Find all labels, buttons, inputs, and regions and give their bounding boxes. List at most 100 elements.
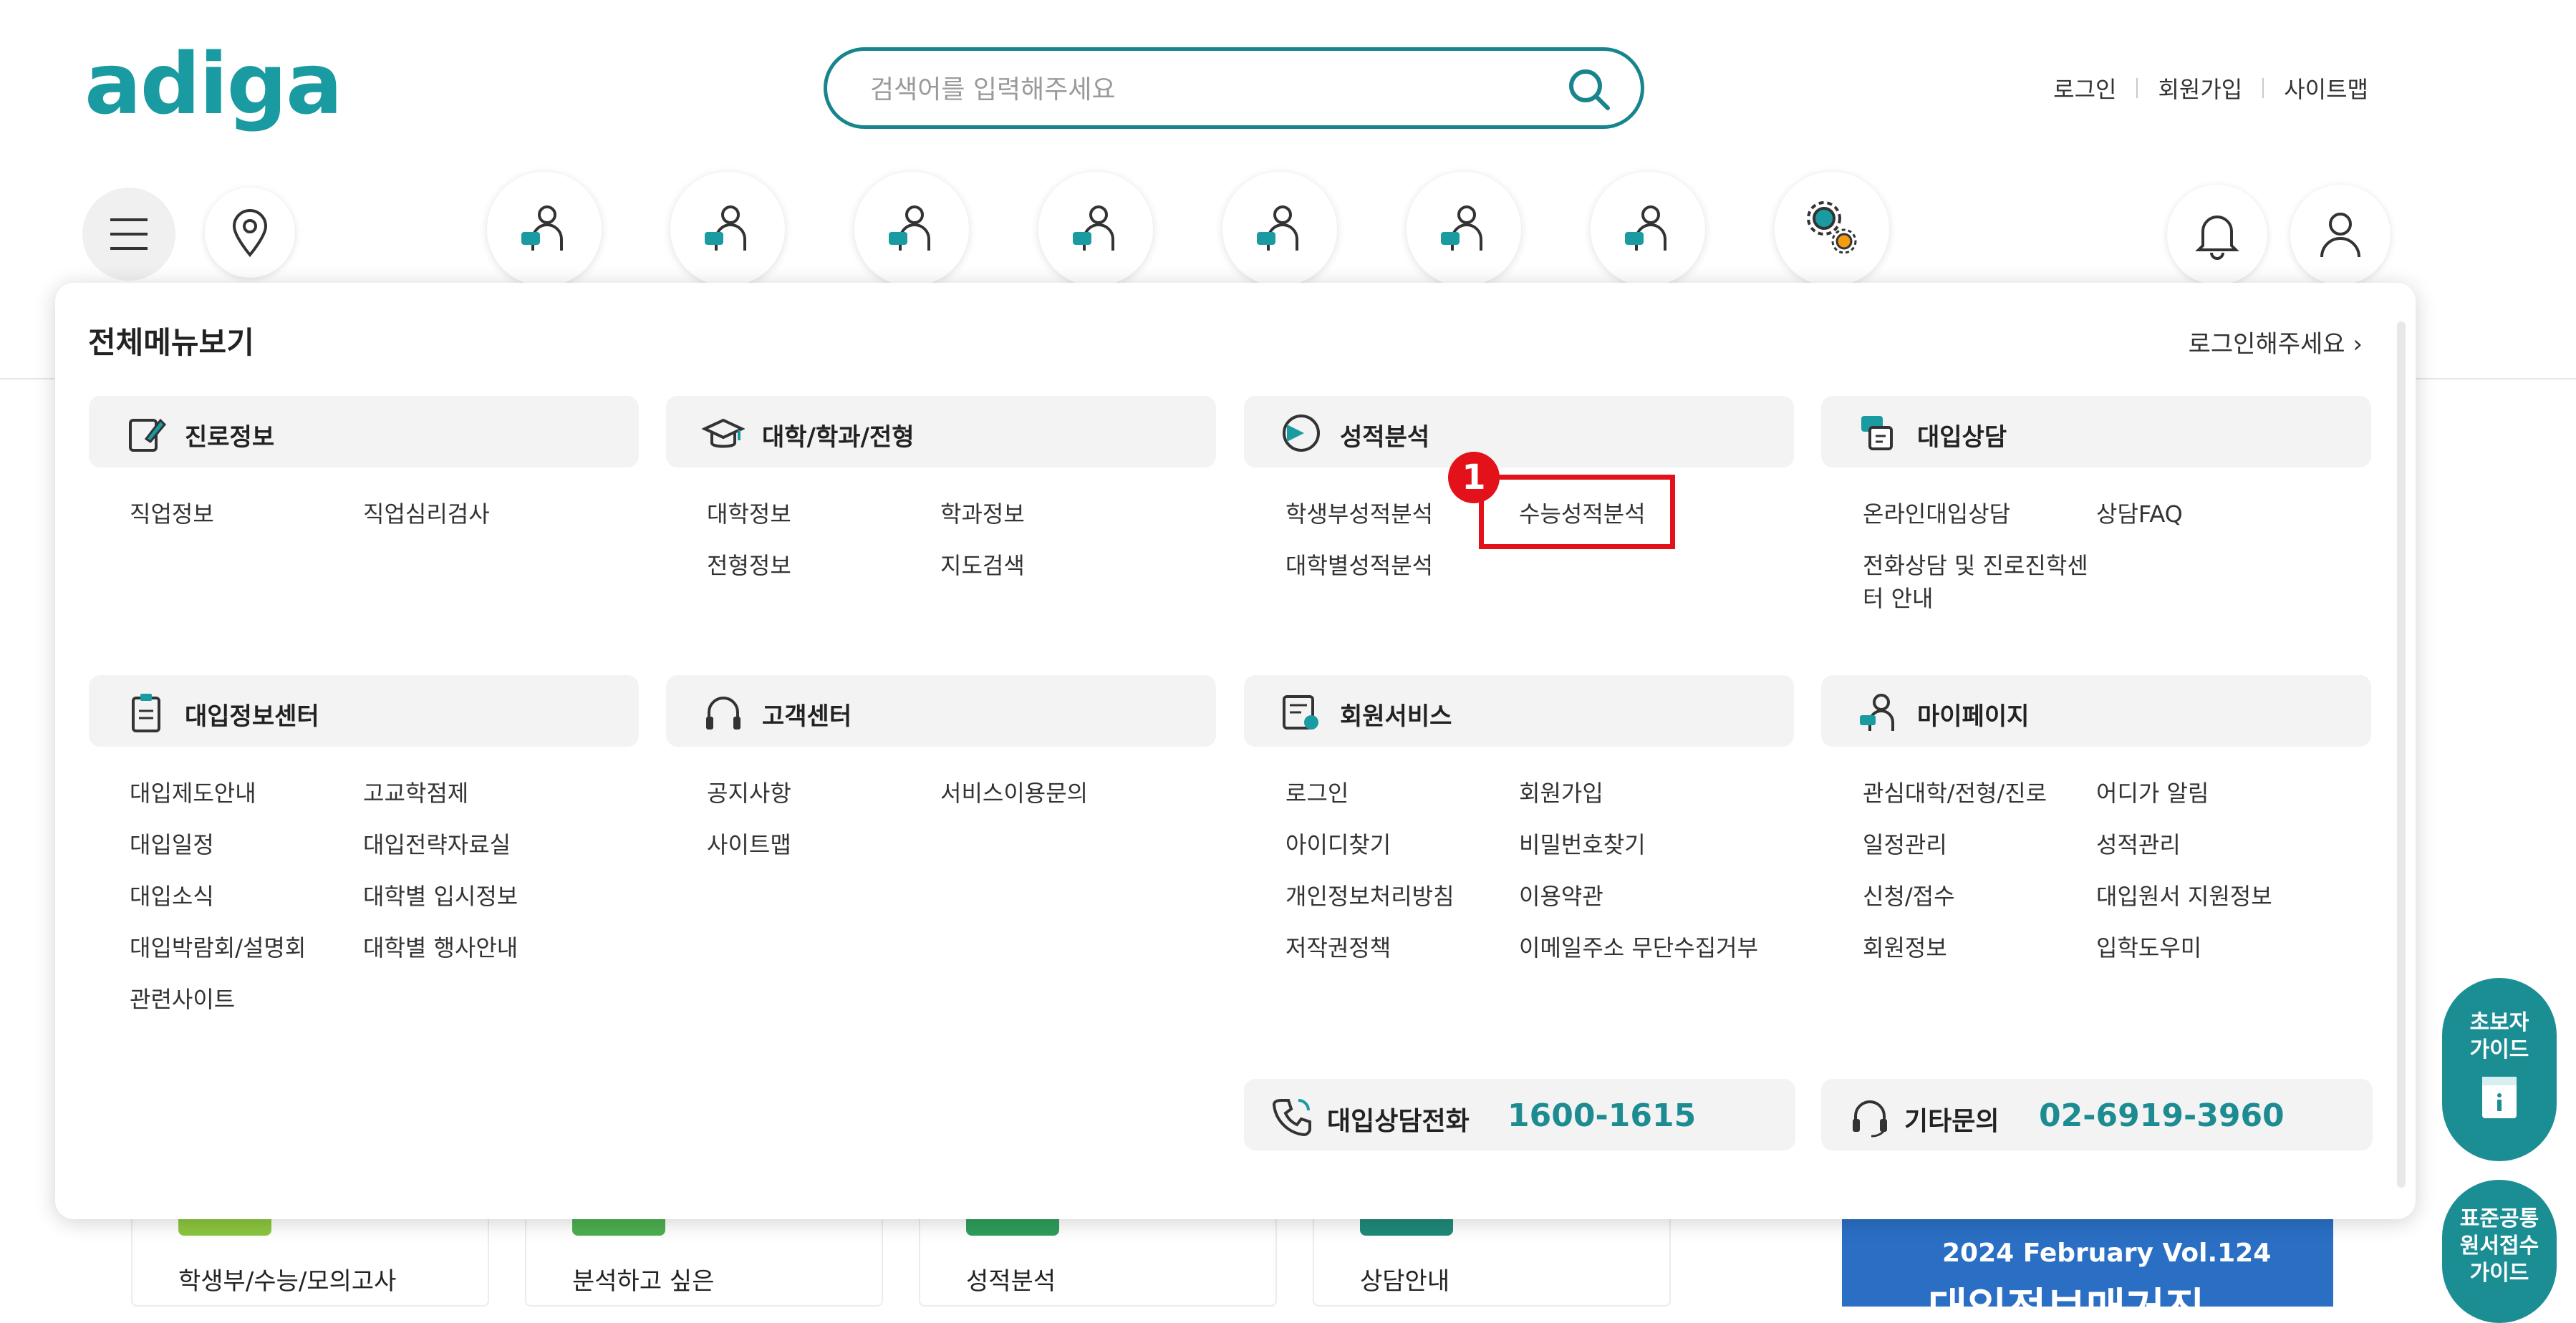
quick-button-5[interactable] bbox=[1222, 172, 1337, 286]
menu-item-notice[interactable]: 공지사항 bbox=[707, 775, 791, 808]
quick-button-4[interactable] bbox=[1038, 172, 1153, 286]
category-member-service[interactable]: 회원서비스 bbox=[1244, 675, 1794, 747]
mypage-icon bbox=[1860, 694, 1894, 731]
login-prompt-link[interactable]: 로그인해주세요 › bbox=[2189, 324, 2363, 359]
menu-item-application[interactable]: 신청/접수 bbox=[1863, 878, 1955, 911]
menu-item-find-password[interactable]: 비밀번호찾기 bbox=[1519, 827, 1646, 860]
menu-item-high-school-credit[interactable]: 고교학점제 bbox=[363, 775, 468, 808]
menu-item-member-info[interactable]: 회원정보 bbox=[1863, 930, 1947, 963]
category-label: 성적분석 bbox=[1340, 423, 1430, 452]
category-mypage[interactable]: 마이페이지 bbox=[1821, 675, 2371, 747]
menu-item-related-sites[interactable]: 관련사이트 bbox=[130, 982, 235, 1014]
sitemap-link[interactable]: 사이트맵 bbox=[2284, 72, 2368, 105]
menu-item-copyright[interactable]: 저작권정책 bbox=[1285, 930, 1391, 963]
menu-button[interactable] bbox=[82, 188, 175, 281]
menu-item-interests[interactable]: 관심대학/전형/진로 bbox=[1863, 775, 2047, 808]
menu-item-schedule-management[interactable]: 일정관리 bbox=[1863, 827, 1947, 860]
gear-icon bbox=[1807, 201, 1857, 254]
divider bbox=[2262, 78, 2264, 98]
menu-item-consult-faq[interactable]: 상담FAQ bbox=[2096, 496, 2183, 529]
menu-item-email-policy[interactable]: 이메일주소 무단수집거부 bbox=[1519, 930, 1758, 963]
category-analysis[interactable]: 성적분석 bbox=[1244, 396, 1794, 467]
menu-item-strategy-archive[interactable]: 대입전략자료실 bbox=[363, 827, 511, 860]
menu-item-login[interactable]: 로그인 bbox=[1285, 775, 1349, 808]
menu-item-adiga-alerts[interactable]: 어디가 알림 bbox=[2096, 775, 2209, 808]
category-label: 마이페이지 bbox=[1917, 702, 2030, 731]
user-button[interactable] bbox=[2290, 185, 2391, 285]
bell-icon bbox=[2195, 215, 2239, 260]
quick-button-7[interactable] bbox=[1591, 172, 1705, 286]
menu-item-department-info[interactable]: 학과정보 bbox=[940, 496, 1025, 529]
contact-admission-phone[interactable]: 대입상담전화 1600-1615 bbox=[1244, 1079, 1795, 1150]
scrollbar[interactable] bbox=[2397, 321, 2406, 1188]
magazine-banner[interactable]: 2024 February Vol.124 대입정보매거진 bbox=[1842, 1217, 2333, 1307]
menu-item-score-management[interactable]: 성적관리 bbox=[2096, 827, 2181, 860]
guide-book-icon bbox=[2482, 1077, 2517, 1118]
menu-item-online-consult[interactable]: 온라인대입상담 bbox=[1863, 496, 2010, 529]
menu-item-job-test[interactable]: 직업심리검사 bbox=[363, 496, 490, 529]
menu-item-admission-helper[interactable]: 입학도우미 bbox=[2096, 930, 2201, 963]
quick-button-settings[interactable] bbox=[1775, 172, 1889, 286]
contact-other-inquiry[interactable]: 기타문의 02-6919-3960 bbox=[1821, 1079, 2373, 1150]
category-admission-center[interactable]: 대입정보센터 bbox=[89, 675, 639, 747]
category-label: 진로정보 bbox=[185, 423, 275, 452]
menu-item-university-admission-info[interactable]: 대학별 입시정보 bbox=[363, 878, 518, 911]
category-consult[interactable]: 대입상담 bbox=[1821, 396, 2371, 467]
menu-item-university-score-analysis[interactable]: 대학별성적분석 bbox=[1285, 548, 1433, 581]
quick-button-2[interactable] bbox=[670, 172, 785, 286]
phone-icon bbox=[1272, 1099, 1311, 1137]
hamburger-icon bbox=[110, 218, 148, 250]
guide-line: 표준공통 bbox=[2459, 1206, 2539, 1231]
location-button[interactable] bbox=[205, 188, 295, 278]
menu-item-signup[interactable]: 회원가입 bbox=[1519, 775, 1603, 808]
menu-item-admission-schedule[interactable]: 대입일정 bbox=[130, 827, 214, 860]
logo[interactable]: adiga bbox=[85, 34, 343, 133]
menu-item-admission-type-info[interactable]: 전형정보 bbox=[707, 548, 791, 581]
location-pin-icon bbox=[232, 209, 268, 258]
quick-button-3[interactable] bbox=[854, 172, 969, 286]
person-chat-icon bbox=[705, 205, 746, 251]
standard-application-guide-button[interactable]: 표준공통 원서접수 가이드 bbox=[2442, 1180, 2557, 1323]
category-career[interactable]: 진로정보 bbox=[89, 396, 639, 467]
menu-item-application-info[interactable]: 대입원서 지원정보 bbox=[2096, 878, 2272, 911]
menu-item-map-search[interactable]: 지도검색 bbox=[940, 548, 1025, 581]
menu-item-university-events[interactable]: 대학별 행사안내 bbox=[363, 930, 518, 963]
user-icon bbox=[2320, 213, 2360, 258]
menu-item-sitemap[interactable]: 사이트맵 bbox=[707, 827, 791, 860]
menu-item-school-record-analysis[interactable]: 학생부성적분석 bbox=[1285, 496, 1433, 529]
search-input[interactable] bbox=[870, 69, 1529, 110]
menu-item-service-inquiry[interactable]: 서비스이용문의 bbox=[940, 775, 1088, 808]
full-menu-panel: 전체메뉴보기 로그인해주세요 › 진로정보 대학/학과/전형 성적분석 대입상담… bbox=[55, 283, 2416, 1219]
menu-item-terms[interactable]: 이용약관 bbox=[1519, 878, 1603, 911]
beginner-guide-button[interactable]: 초보자 가이드 bbox=[2442, 978, 2557, 1161]
menu-item-find-id[interactable]: 아이디찾기 bbox=[1285, 827, 1391, 860]
quick-button-1[interactable] bbox=[487, 172, 602, 286]
menu-item-phone-consult-cont[interactable]: 터 안내 bbox=[1863, 581, 1934, 614]
menu-item-admission-news[interactable]: 대입소식 bbox=[130, 878, 214, 911]
login-link[interactable]: 로그인 bbox=[2053, 72, 2116, 105]
menu-item-admission-system[interactable]: 대입제도안내 bbox=[130, 775, 256, 808]
analysis-icon bbox=[1283, 415, 1320, 452]
category-label: 대학/학과/전형 bbox=[762, 423, 915, 452]
person-chat-icon bbox=[521, 205, 563, 251]
menu-item-job-info[interactable]: 직업정보 bbox=[130, 496, 214, 529]
person-chat-icon bbox=[1073, 205, 1114, 251]
quick-button-6[interactable] bbox=[1407, 172, 1521, 286]
category-customer-center[interactable]: 고객센터 bbox=[666, 675, 1216, 747]
career-icon bbox=[129, 418, 167, 452]
category-university[interactable]: 대학/학과/전형 bbox=[666, 396, 1216, 467]
notification-button[interactable] bbox=[2167, 185, 2267, 285]
graduation-cap-icon bbox=[702, 418, 745, 448]
signup-link[interactable]: 회원가입 bbox=[2158, 72, 2242, 105]
contact-number: 02-6919-3960 bbox=[2039, 1097, 2285, 1134]
headset-icon bbox=[706, 697, 741, 730]
guide-line: 가이드 bbox=[2469, 1037, 2529, 1062]
category-label: 대입정보센터 bbox=[185, 702, 319, 731]
menu-item-phone-consult[interactable]: 전화상담 및 진로진학센 bbox=[1863, 548, 2088, 581]
menu-item-privacy-policy[interactable]: 개인정보처리방침 bbox=[1285, 878, 1455, 911]
search-button[interactable] bbox=[1563, 64, 1615, 115]
chevron-right-icon: › bbox=[2353, 330, 2363, 359]
menu-item-fair[interactable]: 대입박람회/설명회 bbox=[130, 930, 306, 963]
menu-item-university-info[interactable]: 대학정보 bbox=[707, 496, 791, 529]
divider bbox=[2136, 78, 2138, 98]
